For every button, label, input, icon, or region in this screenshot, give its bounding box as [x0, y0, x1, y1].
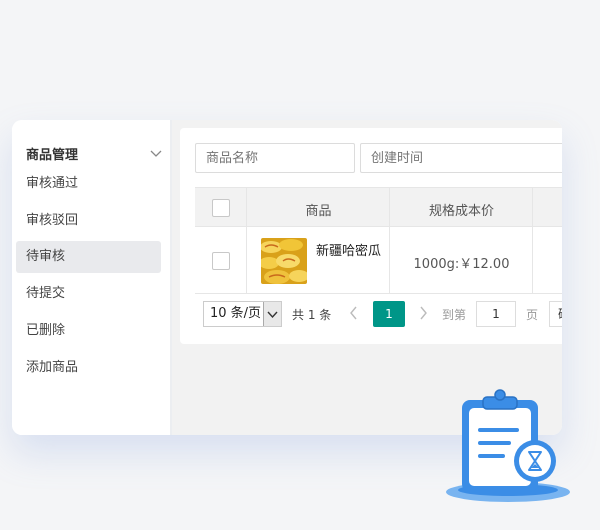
sidebar-item-deleted[interactable]: 已删除 [16, 315, 161, 347]
sidebar-item-label: 审核驳回 [26, 213, 79, 228]
page-size-value: 10 条/页 [210, 306, 262, 321]
sidebar-item-pending-review[interactable]: 待审核 [16, 241, 161, 273]
pagination: 10 条/页 共 1 条 1 到第 页 确 [195, 296, 562, 336]
sidebar-item-approved[interactable]: 审核通过 [16, 168, 161, 200]
sidebar-item-rejected[interactable]: 审核驳回 [16, 205, 161, 237]
goto-page-input[interactable] [476, 301, 516, 327]
column-divider [389, 188, 390, 294]
chevron-down-icon [267, 311, 278, 319]
chevron-right-icon[interactable] [417, 305, 429, 321]
chevron-left-icon[interactable] [348, 305, 360, 321]
select-all-checkbox[interactable] [212, 199, 230, 217]
sidebar-item-label: 待审核 [26, 249, 66, 264]
select-caret[interactable] [263, 302, 281, 326]
sidebar: 商品管理 审核通过 审核驳回 待审核 待提交 已删除 添加商品 [12, 120, 170, 435]
sidebar-item-add-product[interactable]: 添加商品 [16, 352, 161, 384]
table-header-row: 商品 规格成本价 [195, 188, 562, 227]
product-name-input[interactable] [195, 143, 355, 173]
product-table: 商品 规格成本价 新疆哈密瓜 1000g:￥12.00 [195, 187, 562, 296]
sidebar-group-header[interactable]: 商品管理 [26, 144, 162, 163]
chevron-down-icon [150, 150, 162, 157]
page-size-select[interactable]: 10 条/页 [203, 301, 282, 327]
goto-prefix: 到第 [442, 308, 467, 322]
goto-confirm-button[interactable]: 确定 [549, 301, 562, 327]
product-image [261, 238, 307, 284]
column-header-product: 商品 [305, 204, 332, 219]
column-divider [532, 188, 533, 294]
product-name: 新疆哈密瓜 [316, 244, 382, 259]
clipboard-hourglass-icon [446, 389, 570, 502]
goto-suffix: 页 [526, 308, 539, 322]
column-header-spec-price: 规格成本价 [428, 204, 494, 219]
sidebar-group-title: 商品管理 [26, 148, 79, 163]
current-page-button[interactable]: 1 [373, 301, 405, 327]
table-row: 新疆哈密瓜 1000g:￥12.00 [195, 228, 562, 294]
sidebar-item-label: 添加商品 [26, 360, 79, 375]
total-count: 共 1 条 [292, 308, 332, 322]
created-date-input[interactable] [360, 143, 562, 173]
sidebar-item-label: 待提交 [26, 286, 66, 301]
sidebar-item-label: 已删除 [26, 323, 66, 338]
spec-price-cell: 1000g:￥12.00 [413, 257, 510, 272]
sidebar-item-label: 审核通过 [26, 176, 79, 191]
column-divider [246, 188, 247, 294]
content-panel: 商品 规格成本价 [180, 128, 562, 344]
sidebar-item-to-submit[interactable]: 待提交 [16, 278, 161, 310]
row-checkbox[interactable] [212, 252, 230, 270]
